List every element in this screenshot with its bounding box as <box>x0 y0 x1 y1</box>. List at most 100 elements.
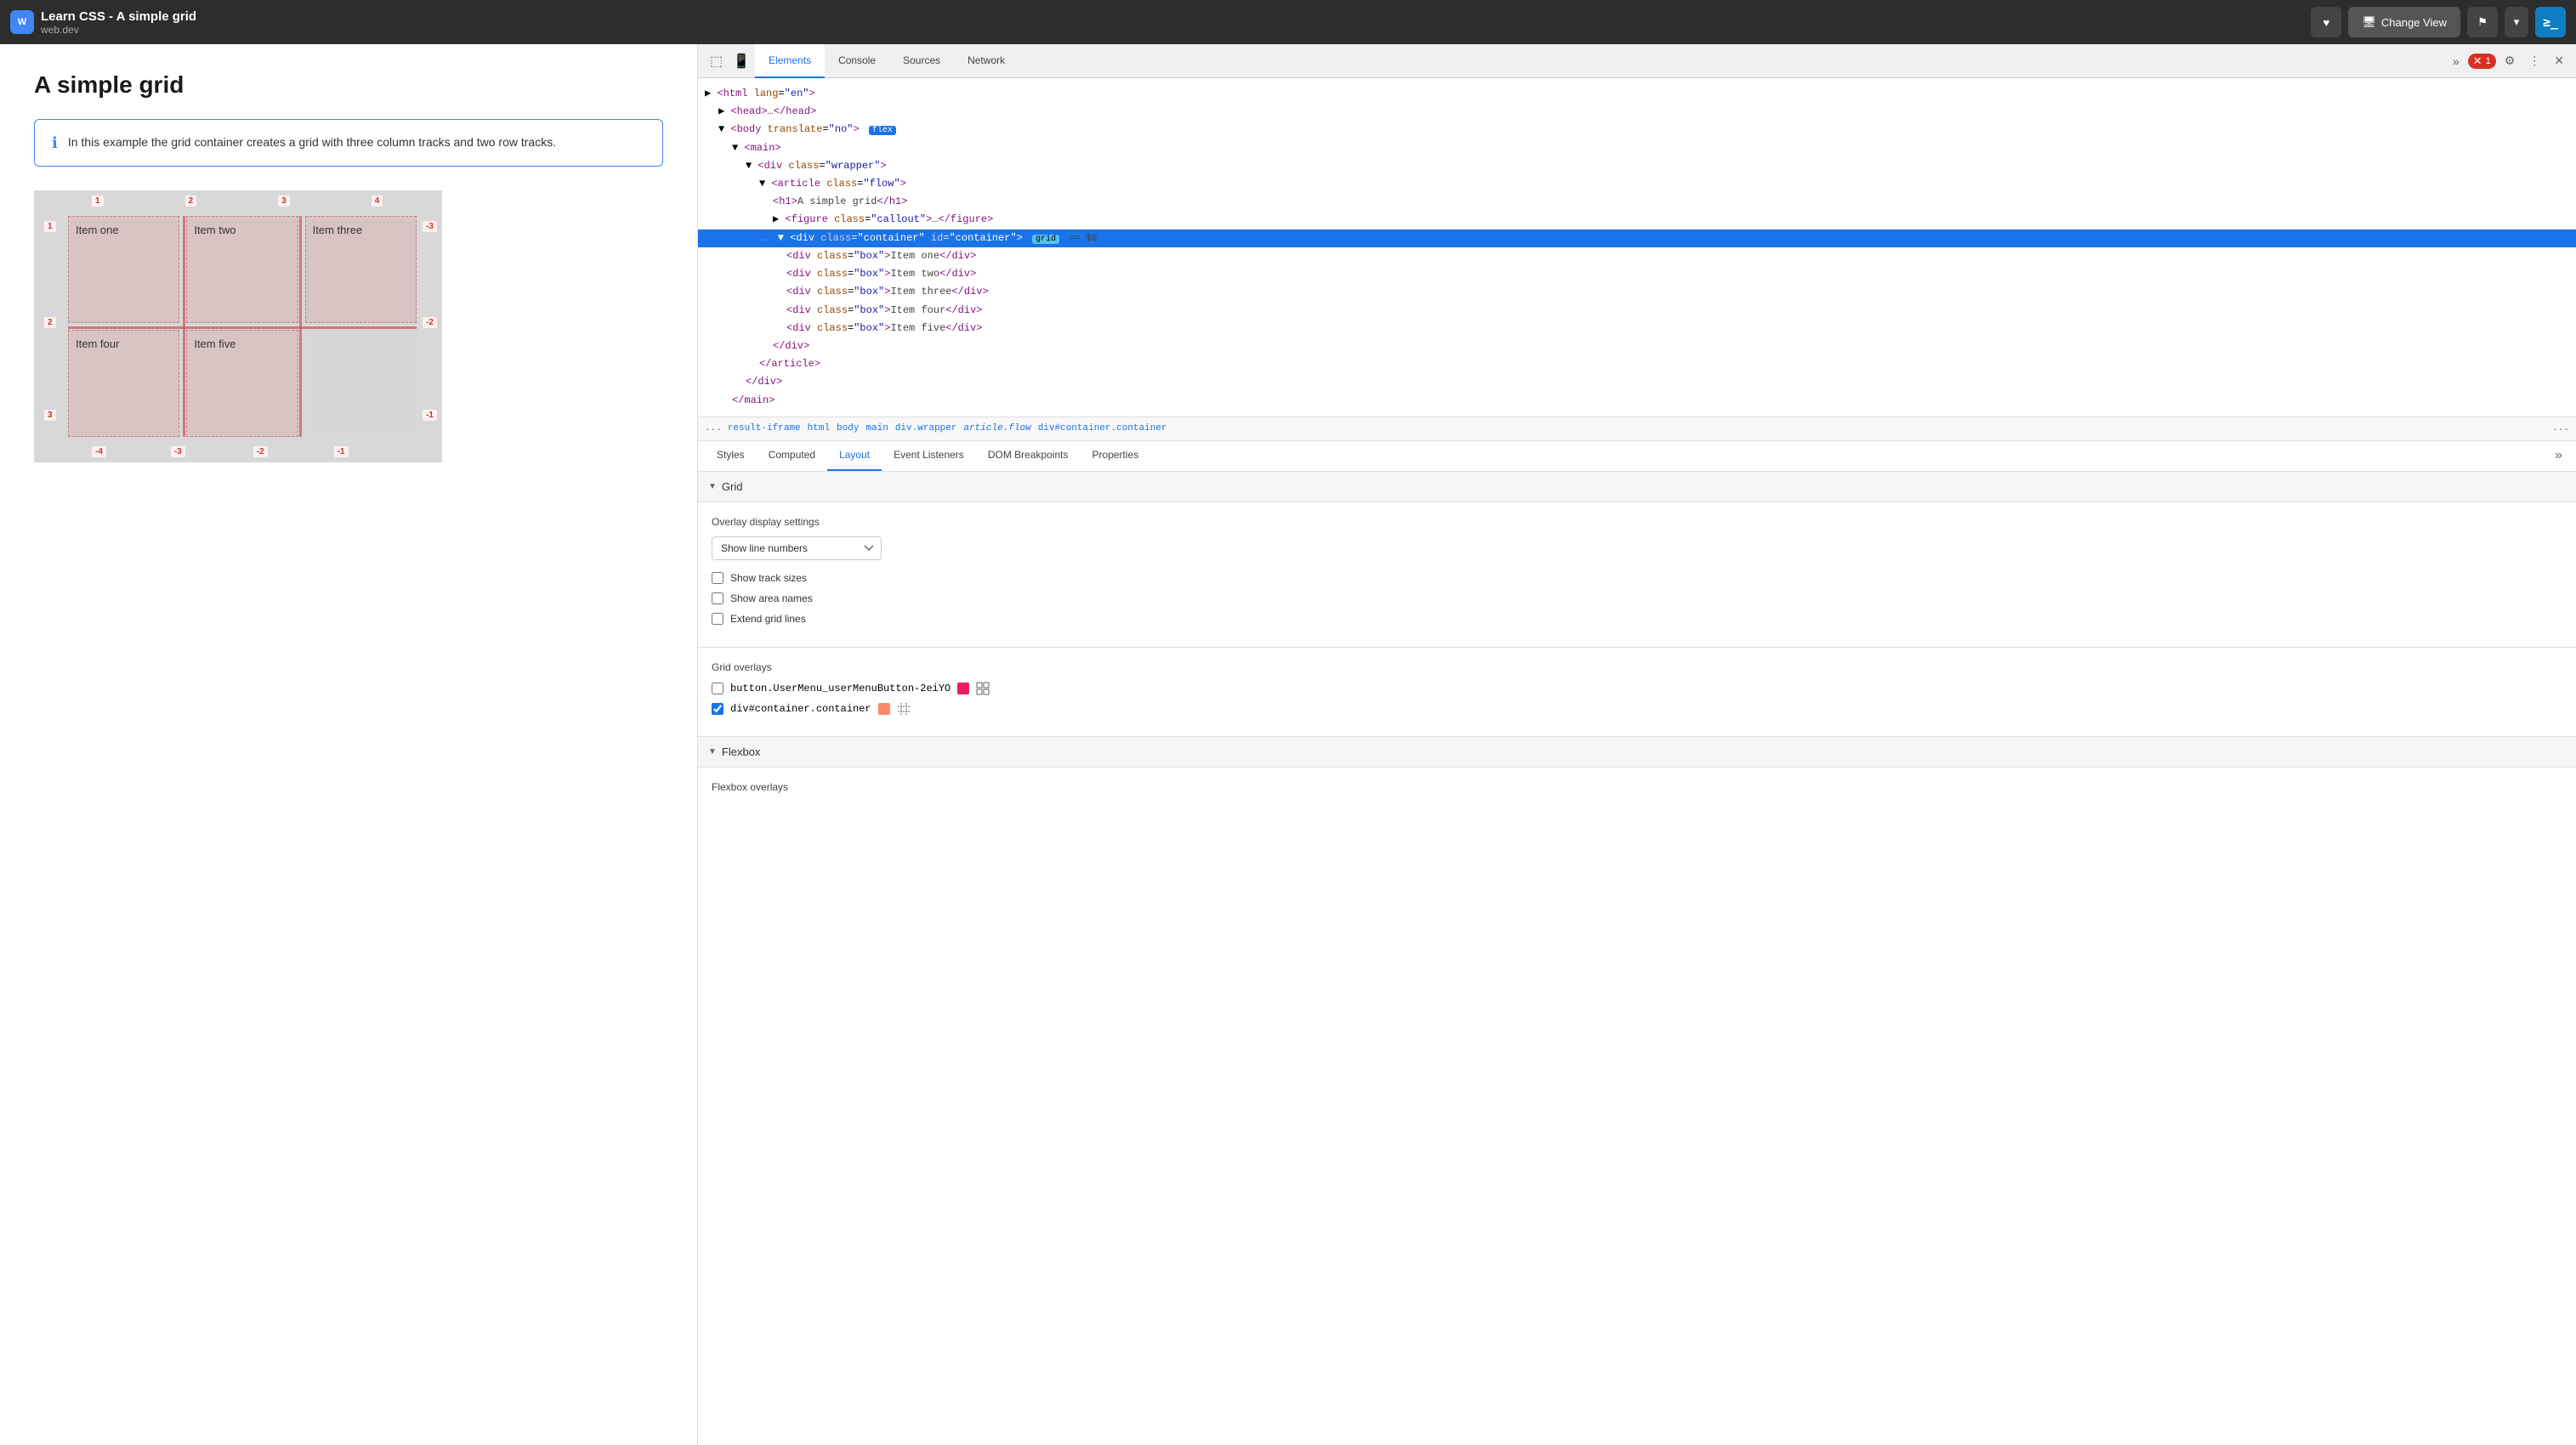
breadcrumb-item-body[interactable]: body <box>834 423 861 434</box>
dom-line-box4[interactable]: <div class="box">Item four</div> <box>698 302 2576 320</box>
monitor-icon: 🖥 <box>2362 15 2376 29</box>
overlay-item-container: div#container.container <box>712 702 2562 716</box>
dom-line-html[interactable]: ▶ <html lang="en"> <box>698 85 2576 103</box>
dom-line-close-main[interactable]: </main> <box>698 392 2576 410</box>
cell-label-2: Item two <box>194 224 235 236</box>
dom-line-box2[interactable]: <div class="box">Item two</div> <box>698 265 2576 283</box>
overlay-display-select[interactable]: Show line numbers Show track sizes Show … <box>712 536 882 560</box>
dom-line-head[interactable]: ▶ <head>…</head> <box>698 103 2576 121</box>
show-area-names-label: Show area names <box>730 592 813 604</box>
dom-line-wrapper[interactable]: ▼ <div class="wrapper"> <box>698 157 2576 175</box>
flexbox-section-header[interactable]: ▼ Flexbox <box>698 737 2576 768</box>
row-numbers-right: -3 -2 -1 <box>423 221 437 421</box>
breadcrumb-item-wrapper[interactable]: div.wrapper <box>893 423 960 434</box>
sub-tab-more[interactable]: » <box>2548 448 2569 463</box>
info-icon: ℹ <box>52 134 58 152</box>
more-tabs-button[interactable]: » <box>2448 51 2465 71</box>
close-icon: ✕ <box>2554 54 2564 68</box>
dom-line-close-wrapper[interactable]: </div> <box>698 373 2576 391</box>
dropdown-row: Show line numbers Show track sizes Show … <box>712 536 2562 560</box>
dom-line-box1[interactable]: <div class="box">Item one</div> <box>698 247 2576 265</box>
inspect-element-button[interactable]: ⬚ <box>705 49 728 73</box>
heart-button[interactable]: ♥ <box>2311 7 2341 37</box>
col-num-2: 2 <box>185 196 197 207</box>
col-numbers-bottom: -4 -3 -2 -1 <box>92 446 349 457</box>
container-color-swatch <box>878 703 890 715</box>
grid-cell-2: Item two <box>186 216 298 323</box>
dom-line-close-article[interactable]: </article> <box>698 355 2576 373</box>
grid-section-header[interactable]: ▼ Grid <box>698 472 2576 502</box>
page-title-bar: Learn CSS - A simple grid <box>41 9 196 24</box>
usermenu-color-swatch <box>957 683 969 694</box>
sub-tab-properties[interactable]: Properties <box>1081 440 1151 471</box>
grid-cell-empty <box>305 330 417 437</box>
grid-v-line-2 <box>299 216 302 437</box>
ps-button[interactable]: ≥_ <box>2535 7 2566 37</box>
ps-icon: ≥_ <box>2543 14 2558 30</box>
dom-line-box5[interactable]: <div class="box">Item five</div> <box>698 320 2576 337</box>
article-title: A simple grid <box>34 71 663 99</box>
tab-console[interactable]: Console <box>825 44 889 78</box>
container-overlay-checkbox[interactable] <box>712 703 723 715</box>
sub-tab-styles[interactable]: Styles <box>705 440 757 471</box>
usermenu-overlay-checkbox[interactable] <box>712 683 723 694</box>
cell-label-5: Item five <box>194 337 235 350</box>
sub-tab-computed[interactable]: Computed <box>757 440 827 471</box>
dom-line-article[interactable]: ▼ <article class="flow"> <box>698 175 2576 193</box>
info-box: ℹ In this example the grid container cre… <box>34 119 663 167</box>
dom-line-h1[interactable]: <h1>A simple grid</h1> <box>698 193 2576 211</box>
devtools-tabs-right: » ✕ 1 ⚙ ⋮ ✕ <box>2448 50 2569 71</box>
breadcrumb-item-main[interactable]: main <box>863 423 890 434</box>
settings-button[interactable]: ⚙ <box>2499 50 2521 71</box>
breadcrumb-dots: ... <box>705 423 722 434</box>
grid-v-line-1 <box>183 216 185 437</box>
page-subtitle-bar: web.dev <box>41 24 196 36</box>
dom-line-box3[interactable]: <div class="box">Item three</div> <box>698 283 2576 301</box>
error-badge: ✕ 1 <box>2468 54 2496 69</box>
layout-panel-content: ▼ Grid Overlay display settings Show lin… <box>698 472 2576 1445</box>
breadcrumb-item-container[interactable]: div#container.container <box>1036 423 1170 434</box>
breadcrumb-item-iframe[interactable]: result-iframe <box>725 423 803 434</box>
show-track-sizes-label: Show track sizes <box>730 572 807 584</box>
extend-grid-lines-checkbox[interactable] <box>712 613 723 625</box>
dom-line-close-div[interactable]: </div> <box>698 337 2576 355</box>
extend-grid-lines-label: Extend grid lines <box>730 613 806 625</box>
close-devtools-button[interactable]: ✕ <box>2549 50 2569 71</box>
breadcrumb-item-html[interactable]: html <box>805 423 832 434</box>
tab-sources[interactable]: Sources <box>889 44 954 78</box>
breadcrumb-item-article[interactable]: article.flow <box>961 423 1033 434</box>
site-logo: W <box>10 10 34 34</box>
chevron-down-icon: ▾ <box>2514 15 2520 29</box>
grid-section-label: Grid <box>722 480 743 493</box>
bookmark-button[interactable]: ⚑ <box>2467 7 2498 37</box>
flexbox-section-arrow: ▼ <box>708 747 717 756</box>
grid-section-arrow: ▼ <box>708 482 717 491</box>
row-num-neg3: -3 <box>423 221 437 232</box>
dom-tree: ▶ <html lang="en"> ▶ <head>…</head> ▼ <b… <box>698 78 2576 417</box>
sub-tabs: Styles Computed Layout Event Listeners D… <box>698 441 2576 472</box>
dom-line-body[interactable]: ▼ <body translate="no"> flex <box>698 121 2576 139</box>
show-track-sizes-row: Show track sizes <box>712 572 2562 584</box>
grid-visualization: 1 2 3 4 1 2 3 Item one Item two I <box>34 190 442 462</box>
tab-network[interactable]: Network <box>954 44 1018 78</box>
dom-line-container[interactable]: … ▼ <div class="container" id="container… <box>698 230 2576 248</box>
more-options-button[interactable]: ⋮ <box>2523 50 2545 71</box>
change-view-button[interactable]: 🖥 Change View <box>2348 7 2460 37</box>
row-num-3: 3 <box>44 410 56 421</box>
dom-line-figure[interactable]: ▶ <figure class="callout">…</figure> <box>698 211 2576 229</box>
tab-elements[interactable]: Elements <box>755 44 825 78</box>
bookmark-icon: ⚑ <box>2477 15 2488 29</box>
dom-line-main[interactable]: ▼ <main> <box>698 139 2576 157</box>
chevron-button[interactable]: ▾ <box>2505 7 2528 37</box>
breadcrumb-bar: ... result-iframe html body main div.wra… <box>698 417 2576 441</box>
extend-grid-lines-row: Extend grid lines <box>712 613 2562 625</box>
sub-tab-layout[interactable]: Layout <box>827 440 882 471</box>
col-num-4: 4 <box>372 196 383 207</box>
col-numbers-top: 1 2 3 4 <box>92 196 383 207</box>
show-area-names-checkbox[interactable] <box>712 592 723 604</box>
device-toolbar-button[interactable]: 📱 <box>728 49 755 73</box>
show-track-sizes-checkbox[interactable] <box>712 572 723 584</box>
sub-tab-dom-breakpoints[interactable]: DOM Breakpoints <box>976 440 1081 471</box>
sub-tab-event-listeners[interactable]: Event Listeners <box>882 440 976 471</box>
top-bar: W Learn CSS - A simple grid web.dev ♥ 🖥 … <box>0 0 2576 44</box>
